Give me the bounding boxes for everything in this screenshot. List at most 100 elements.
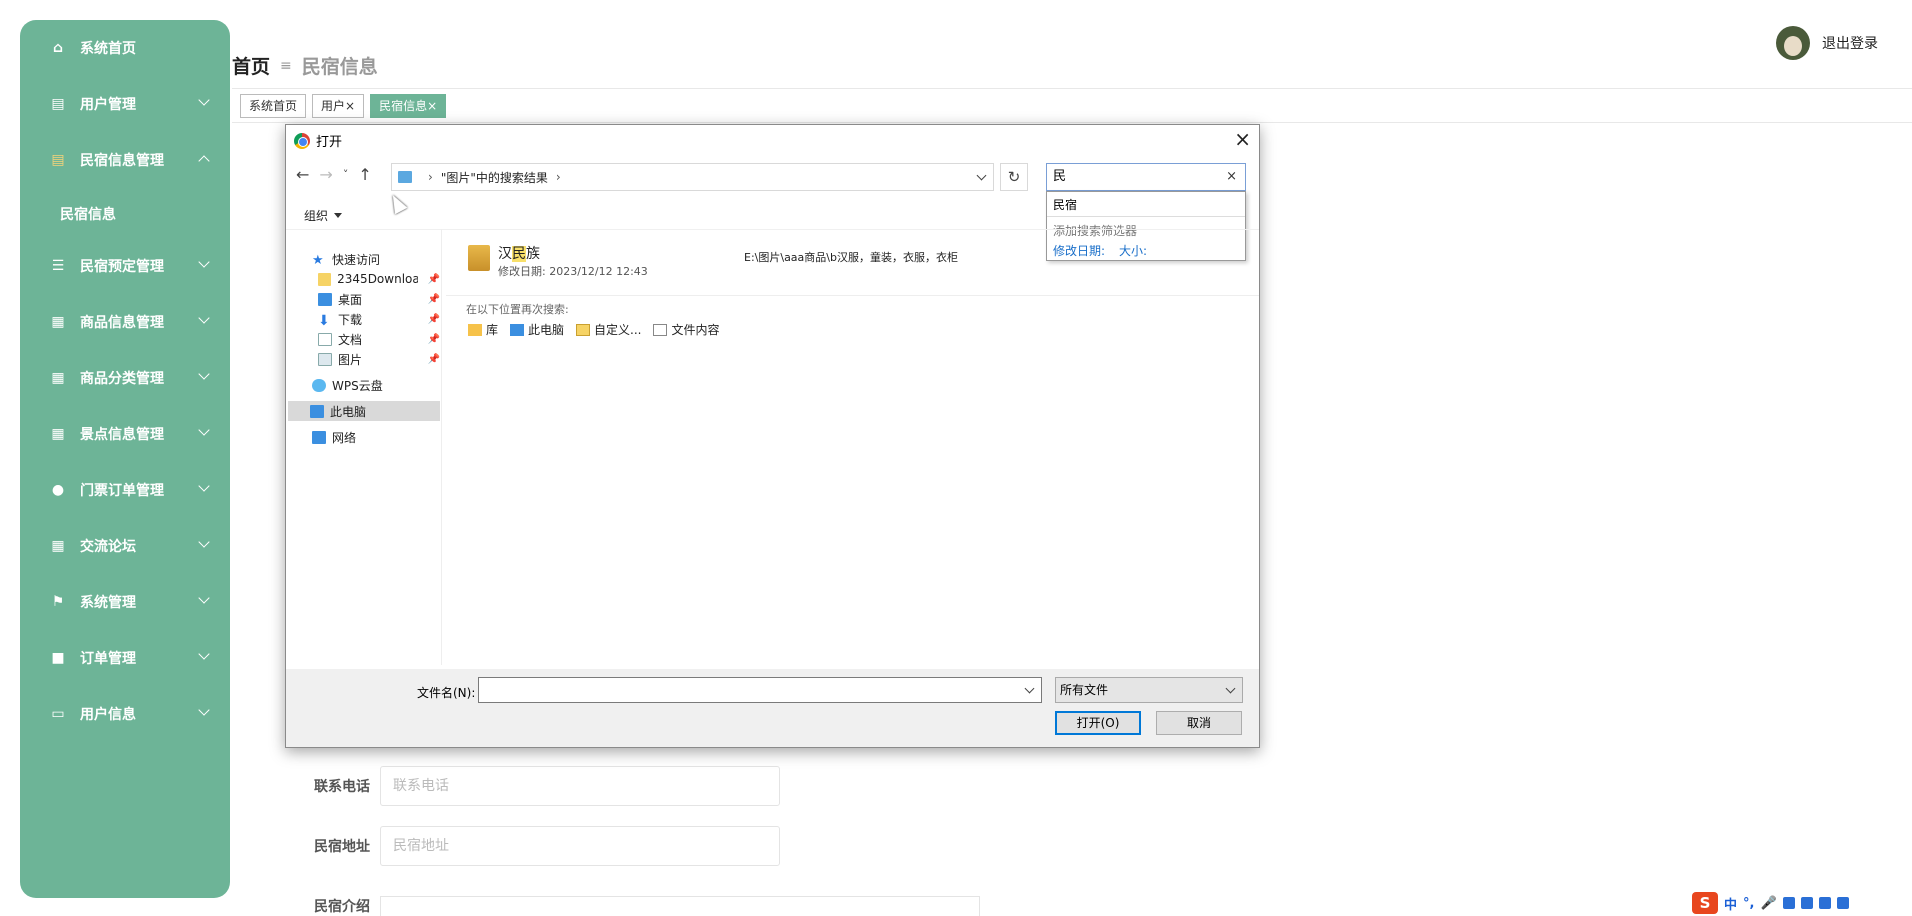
location-library[interactable]: 库 — [468, 321, 498, 338]
tab-home[interactable]: 系统首页 — [240, 94, 307, 118]
sidebar-item-label: 交流论坛 — [80, 539, 136, 555]
chevron-down-icon — [198, 424, 210, 436]
sidebar-item-home[interactable]: ⌂ 系统首页 — [20, 26, 230, 70]
skin-icon[interactable] — [1800, 897, 1813, 909]
sidebar-item-label: 订单管理 — [80, 651, 136, 667]
phone-input[interactable]: 联系电话 — [380, 766, 780, 806]
nav-pictures[interactable]: 图片 📌 — [318, 349, 440, 369]
flag-icon: ⚑ — [51, 594, 65, 610]
tab-user[interactable]: 用户× — [312, 94, 365, 118]
address-input[interactable]: 民宿地址 — [380, 826, 780, 866]
chevron-down-icon — [198, 536, 210, 548]
ime-language[interactable]: 中 — [1724, 894, 1737, 913]
sidebar-item-ticket-orders[interactable]: ● 门票订单管理 — [20, 468, 230, 512]
sidebar-item-order-management[interactable]: ■ 订单管理 — [20, 636, 230, 680]
home-icon: ⌂ — [52, 40, 64, 56]
nav-label: 快速访问 — [332, 252, 381, 267]
clear-search-button[interactable]: × — [1226, 164, 1237, 190]
chevron-down-icon — [198, 312, 210, 324]
logout-link[interactable]: 退出登录 — [1822, 33, 1878, 53]
sidebar-item-system-management[interactable]: ⚑ 系统管理 — [20, 580, 230, 624]
nav-downloads-folder[interactable]: 2345Downloads 📌 — [318, 269, 440, 289]
result-path: E:\图片\aaa商品\b汉服，童装，衣服，衣柜 — [744, 251, 958, 264]
cloud-icon — [312, 378, 326, 392]
nav-network[interactable]: 网络 — [312, 427, 356, 447]
sidebar-subitem-homestay-info[interactable]: 民宿信息 — [60, 204, 116, 224]
sidebar-item-label: 系统首页 — [80, 41, 136, 57]
pin-icon: 📌 — [427, 353, 440, 365]
refresh-button[interactable]: ↻ — [1000, 163, 1028, 191]
chrome-icon — [294, 132, 310, 149]
result-name-part: 族 — [526, 246, 540, 262]
sidebar-item-user-info[interactable]: ▭ 用户信息 — [20, 692, 230, 736]
sidebar-item-booking-management[interactable]: ☰ 民宿预定管理 — [20, 244, 230, 288]
recent-locations-button[interactable]: ˅ — [343, 168, 349, 181]
sidebar-item-user-management[interactable]: ▤ 用户管理 — [20, 82, 230, 126]
search-input[interactable]: 民 × — [1046, 163, 1246, 191]
ime-punctuation[interactable]: °, — [1743, 896, 1754, 911]
filetype-value: 所有文件 — [1060, 683, 1109, 697]
intro-editor[interactable] — [380, 896, 980, 916]
desktop-icon — [318, 292, 332, 306]
search-again-label: 在以下位置再次搜索: — [466, 303, 569, 316]
tab-homestay-info[interactable]: 民宿信息× — [370, 94, 447, 118]
up-button[interactable]: ↑ — [358, 165, 371, 184]
organize-menu[interactable]: 组织 — [304, 207, 343, 224]
grid-icon: ▦ — [51, 538, 65, 554]
logout-area[interactable]: 退出登录 — [1776, 26, 1878, 60]
sidebar-item-attraction-management[interactable]: ▦ 景点信息管理 — [20, 412, 230, 456]
sidebar-item-forum[interactable]: ▦ 交流论坛 — [20, 524, 230, 568]
close-button[interactable]: × — [1234, 127, 1251, 151]
nav-desktop[interactable]: 桌面 📌 — [318, 289, 440, 309]
forward-button[interactable]: → — [319, 165, 332, 184]
nav-wps-cloud[interactable]: WPS云盘 — [312, 375, 383, 395]
breadcrumb-home[interactable]: 首页 — [232, 52, 270, 79]
open-file-dialog: 打开 × ← → ˅ ↑ › "图片"中的搜索结果 › ↻ 民 × 民宿 添加搜… — [285, 124, 1260, 748]
keyboard-icon[interactable] — [1782, 897, 1795, 909]
pictures-icon — [318, 352, 332, 366]
chevron-down-icon[interactable] — [1024, 683, 1035, 694]
location-custom[interactable]: 自定义... — [576, 321, 641, 338]
ime-logo-icon[interactable]: S — [1692, 892, 1718, 914]
open-button[interactable]: 打开(O) — [1055, 711, 1141, 735]
cancel-button[interactable]: 取消 — [1156, 711, 1242, 735]
pin-icon: 📌 — [427, 273, 440, 285]
apps-icon[interactable] — [1836, 897, 1849, 909]
chevron-down-icon[interactable] — [976, 170, 987, 181]
header-divider — [232, 88, 1912, 89]
suggestion-item[interactable]: 民宿 — [1053, 196, 1077, 213]
document-icon — [653, 323, 668, 336]
folder-icon — [318, 272, 332, 286]
chevron-down-icon — [198, 94, 210, 106]
sidebar-item-product-management[interactable]: ▦ 商品信息管理 — [20, 300, 230, 344]
star-icon: ★ — [312, 252, 324, 268]
chevron-down-icon — [198, 368, 210, 380]
clipboard-icon: ▤ — [51, 96, 65, 112]
filetype-select[interactable]: 所有文件 — [1055, 677, 1243, 703]
sidebar-item-label: 系统管理 — [80, 595, 136, 611]
nav-this-pc[interactable]: 此电脑 — [288, 401, 440, 421]
nav-documents[interactable]: 文档 📌 — [318, 329, 440, 349]
briefcase-icon: ■ — [51, 650, 65, 666]
sidebar-item-label: 景点信息管理 — [80, 427, 164, 443]
ime-toolbar: S 中 °, 🎤 — [1692, 892, 1849, 914]
address-bar[interactable]: › "图片"中的搜索结果 › — [391, 163, 994, 191]
filename-input[interactable] — [478, 677, 1042, 703]
navigation-pane: ★ 快速访问 2345Downloads 📌 桌面 📌 ⬇ 下载 📌 文档 📌 … — [286, 229, 442, 665]
microphone-icon[interactable]: 🎤 — [1760, 896, 1776, 911]
sidebar-item-label: 门票订单管理 — [80, 483, 164, 499]
result-name[interactable]: 汉民族 — [498, 243, 540, 263]
document-icon — [318, 332, 332, 346]
toolbox-icon[interactable] — [1818, 897, 1831, 909]
back-button[interactable]: ← — [296, 165, 309, 184]
tab-divider — [232, 122, 1912, 123]
search-value: 民 — [1053, 169, 1067, 184]
nav-downloads[interactable]: ⬇ 下载 📌 — [318, 309, 440, 329]
folder-icon — [576, 323, 591, 336]
location-file-contents[interactable]: 文件内容 — [653, 321, 720, 338]
sidebar-item-homestay-management[interactable]: ▤ 民宿信息管理 — [20, 138, 230, 182]
address-text: "图片"中的搜索结果 — [440, 170, 548, 185]
sidebar-item-category-management[interactable]: ▦ 商品分类管理 — [20, 356, 230, 400]
nav-quick-access[interactable]: ★ 快速访问 — [312, 249, 380, 269]
location-this-pc[interactable]: 此电脑 — [510, 321, 564, 338]
